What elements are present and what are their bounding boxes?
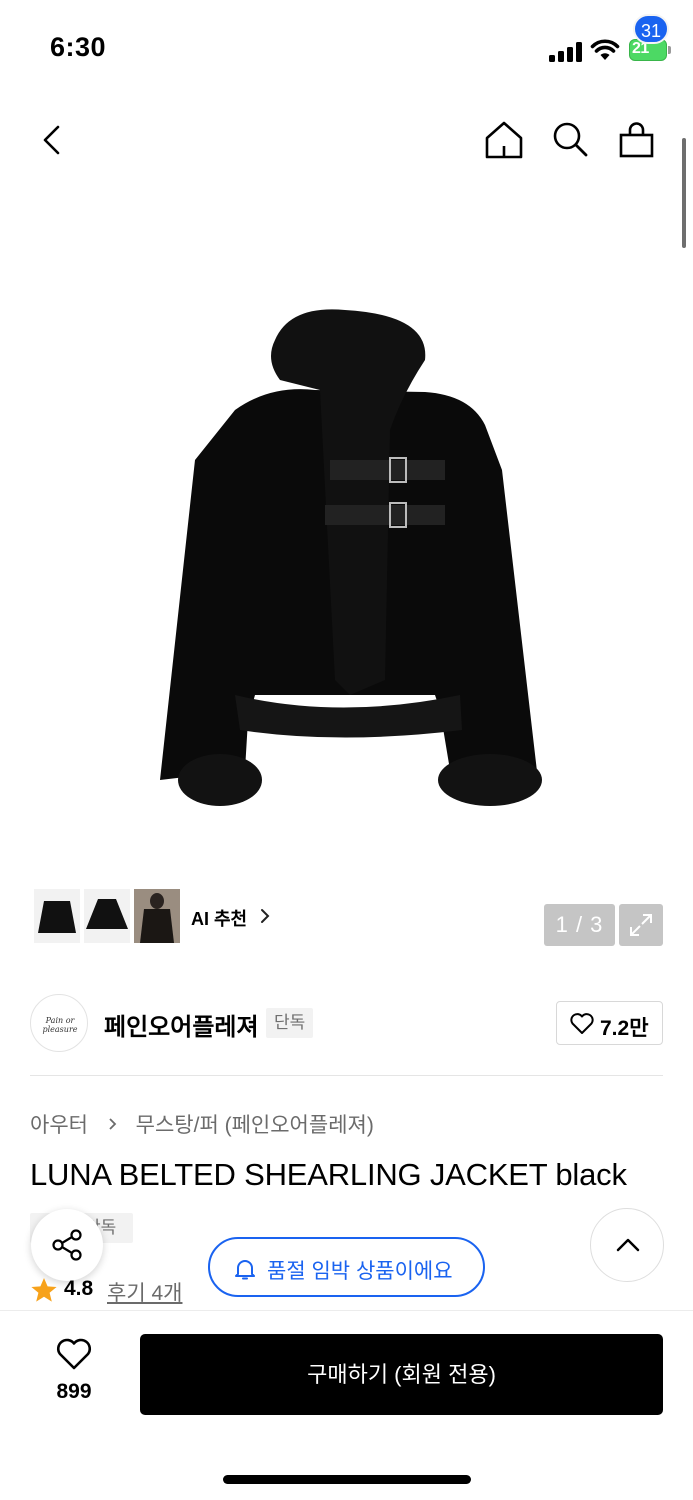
chevron-up-icon xyxy=(616,1238,640,1252)
scroll-top-button[interactable] xyxy=(590,1208,664,1282)
breadcrumb-category[interactable]: 아우터 xyxy=(30,1114,88,1137)
wishlist-count: 899 xyxy=(56,1380,92,1403)
header xyxy=(0,100,693,180)
divider xyxy=(30,1075,663,1076)
breadcrumb: 아우터 무스탕/퍼 (페인오어플레져) xyxy=(30,1109,374,1139)
cart-count-badge: 31 xyxy=(633,14,669,44)
ai-recommend-label: AI 추천 xyxy=(191,909,248,929)
home-icon[interactable] xyxy=(482,118,526,162)
status-time: 6:30 xyxy=(50,32,107,62)
brand-like-count: 7.2만 xyxy=(600,1017,649,1040)
rating-value: 4.8 xyxy=(64,1277,94,1300)
wifi-icon xyxy=(590,39,620,60)
brand-exclusive-tag: 단독 xyxy=(266,1008,314,1038)
ai-recommend-button[interactable]: AI 추천 xyxy=(30,885,279,947)
bell-icon xyxy=(235,1260,255,1280)
brand-name[interactable]: 페인오어플레져 xyxy=(104,1007,259,1042)
review-link[interactable]: 후기 4개 xyxy=(107,1277,182,1307)
soldout-notice[interactable]: 품절 임박 상품이에요 xyxy=(208,1237,485,1297)
share-button[interactable] xyxy=(31,1209,103,1281)
page-counter: 1 / 3 xyxy=(544,904,615,946)
breadcrumb-subcategory[interactable]: 무스탕/퍼 (페인오어플레져) xyxy=(136,1114,374,1137)
brand-logo[interactable]: Pain or pleasure xyxy=(30,994,88,1052)
search-icon[interactable] xyxy=(548,118,592,162)
expand-icon xyxy=(630,914,652,936)
buy-button[interactable]: 구매하기 (회원 전용) xyxy=(140,1334,663,1415)
chevron-right-icon xyxy=(109,1118,117,1130)
expand-button[interactable] xyxy=(619,904,663,946)
heart-icon xyxy=(570,1013,594,1034)
heart-icon xyxy=(57,1338,91,1370)
product-title: LUNA BELTED SHEARLING JACKET black xyxy=(30,1157,627,1192)
status-bar: 6:30 21 xyxy=(0,0,693,100)
cart-icon[interactable] xyxy=(615,118,659,162)
product-image[interactable] xyxy=(140,300,560,820)
star-icon xyxy=(31,1278,57,1302)
back-icon[interactable] xyxy=(30,118,74,162)
chevron-right-icon xyxy=(261,909,270,923)
ai-thumbnail xyxy=(84,889,130,943)
ai-thumbnail xyxy=(134,889,180,943)
wishlist-button[interactable]: 899 xyxy=(40,1336,108,1416)
brand-like-button[interactable]: 7.2만 xyxy=(556,1001,663,1045)
home-indicator xyxy=(223,1475,471,1484)
bottom-bar-divider xyxy=(0,1310,693,1311)
brand-logo-text: Pain or pleasure xyxy=(42,1016,78,1034)
soldout-text: 품절 임박 상품이에요 xyxy=(267,1260,453,1283)
signal-icon xyxy=(549,42,583,62)
ai-thumbnail xyxy=(34,889,80,943)
share-icon xyxy=(52,1229,82,1261)
